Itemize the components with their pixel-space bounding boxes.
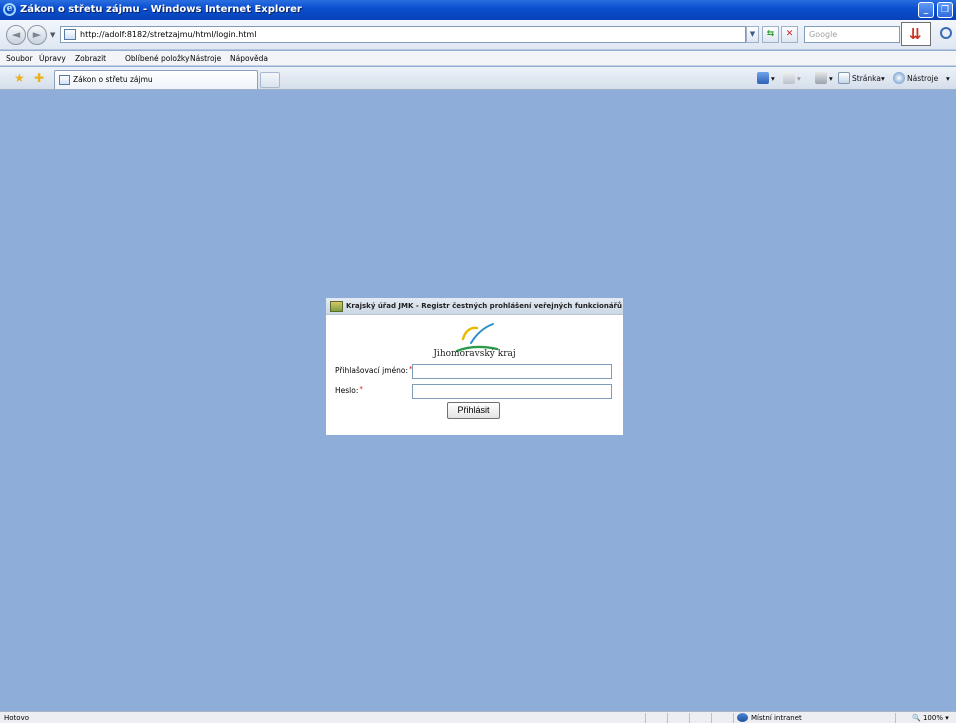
window-titlebar: e Zákon o střetu zájmu - Windows Interne…: [0, 0, 956, 20]
status-divider: [895, 713, 896, 723]
home-dropdown-icon[interactable]: ▾: [771, 73, 775, 84]
tab-active[interactable]: Zákon o střetu zájmu: [54, 70, 258, 89]
addon-download-button[interactable]: ⇊: [901, 22, 931, 46]
password-label: Heslo:*: [335, 385, 363, 395]
menu-edit[interactable]: Úpravy: [39, 53, 66, 64]
registry-icon: [330, 301, 343, 312]
address-field[interactable]: http://adolf:8182/stretzajmu/html/login.…: [60, 26, 746, 43]
status-divider: [733, 713, 734, 723]
tab-favicon-icon: [59, 75, 70, 85]
search-icon[interactable]: [940, 27, 952, 39]
forward-arrow-icon: ►: [32, 28, 42, 41]
menu-help[interactable]: Nápověda: [230, 53, 268, 64]
address-dropdown-button[interactable]: ▼: [746, 26, 759, 43]
login-header-title: Krajský úřad JMK - Registr čestných proh…: [346, 302, 622, 310]
window-title: Zákon o střetu zájmu - Windows Internet …: [20, 4, 302, 15]
menu-bar: Soubor Úpravy Zobrazit Oblíbené položky …: [0, 51, 956, 66]
page-dropdown-icon[interactable]: ▾: [881, 73, 885, 84]
tab-label: Zákon o střetu zájmu: [73, 75, 153, 84]
home-icon[interactable]: [757, 72, 769, 84]
address-toolbar: ◄ ► ▼ http://adolf:8182/stretzajmu/html/…: [0, 20, 956, 50]
tab-bar: ★ ✚ Zákon o střetu zájmu ▾ ▾ ▾ Stránka ▾…: [0, 67, 956, 90]
page-content: Krajský úřad JMK - Registr čestných proh…: [0, 91, 956, 711]
login-dialog: Krajský úřad JMK - Registr čestných proh…: [326, 298, 623, 435]
ie-logo-icon: e: [3, 3, 16, 16]
username-input[interactable]: [412, 364, 612, 379]
security-zone[interactable]: Místní intranet: [751, 713, 802, 723]
forward-button[interactable]: ►: [27, 25, 47, 45]
back-arrow-icon: ◄: [11, 28, 21, 41]
history-dropdown-icon[interactable]: ▼: [50, 31, 55, 39]
status-divider: [667, 713, 668, 723]
gear-icon[interactable]: [893, 72, 905, 84]
address-url: http://adolf:8182/stretzajmu/html/login.…: [80, 30, 257, 39]
status-divider: [689, 713, 690, 723]
stop-button[interactable]: ✕: [781, 26, 798, 43]
page-menu-button[interactable]: Stránka: [852, 73, 881, 84]
new-tab-button[interactable]: [260, 72, 280, 88]
favorites-star-icon[interactable]: ★: [14, 71, 25, 85]
feeds-dropdown-icon[interactable]: ▾: [797, 73, 801, 84]
username-label: Přihlašovací jméno:*: [335, 365, 413, 375]
page-icon[interactable]: [838, 72, 850, 84]
status-text: Hotovo: [4, 714, 29, 722]
back-button[interactable]: ◄: [6, 25, 26, 45]
password-input[interactable]: [412, 384, 612, 399]
menu-file[interactable]: Soubor: [6, 53, 33, 64]
status-divider: [645, 713, 646, 723]
refresh-icon: ⇆: [766, 29, 775, 39]
print-dropdown-icon[interactable]: ▾: [829, 73, 833, 84]
minimize-button[interactable]: _: [918, 2, 934, 18]
feeds-icon[interactable]: [783, 72, 795, 84]
zoom-level[interactable]: 🔍 100% ▾: [912, 713, 949, 723]
chevron-down-icon: ▼: [749, 30, 756, 38]
logo-text: Jihomoravský kraj: [433, 349, 516, 359]
menu-tools[interactable]: Nástroje: [190, 53, 221, 64]
login-button[interactable]: Přihlásit: [447, 402, 500, 419]
status-bar: Hotovo Místní intranet 🔍 100% ▾: [0, 711, 956, 723]
stop-icon: ✕: [785, 29, 794, 39]
menu-view[interactable]: Zobrazit: [75, 53, 106, 64]
download-arrows-icon: ⇊: [909, 25, 922, 43]
search-input[interactable]: Google: [804, 26, 900, 43]
intranet-zone-icon: [737, 713, 748, 722]
required-mark: *: [359, 385, 363, 393]
login-header: Krajský úřad JMK - Registr čestných proh…: [326, 298, 623, 315]
page-favicon-icon: [64, 29, 76, 40]
restore-button[interactable]: ❐: [937, 2, 953, 18]
status-divider: [711, 713, 712, 723]
tools-dropdown-icon[interactable]: ▾: [946, 73, 950, 84]
tools-menu-button[interactable]: Nástroje: [907, 73, 938, 84]
print-icon[interactable]: [815, 72, 827, 84]
menu-favorites[interactable]: Oblíbené položky: [125, 53, 189, 64]
refresh-button[interactable]: ⇆: [762, 26, 779, 43]
add-favorite-icon[interactable]: ✚: [34, 71, 44, 85]
